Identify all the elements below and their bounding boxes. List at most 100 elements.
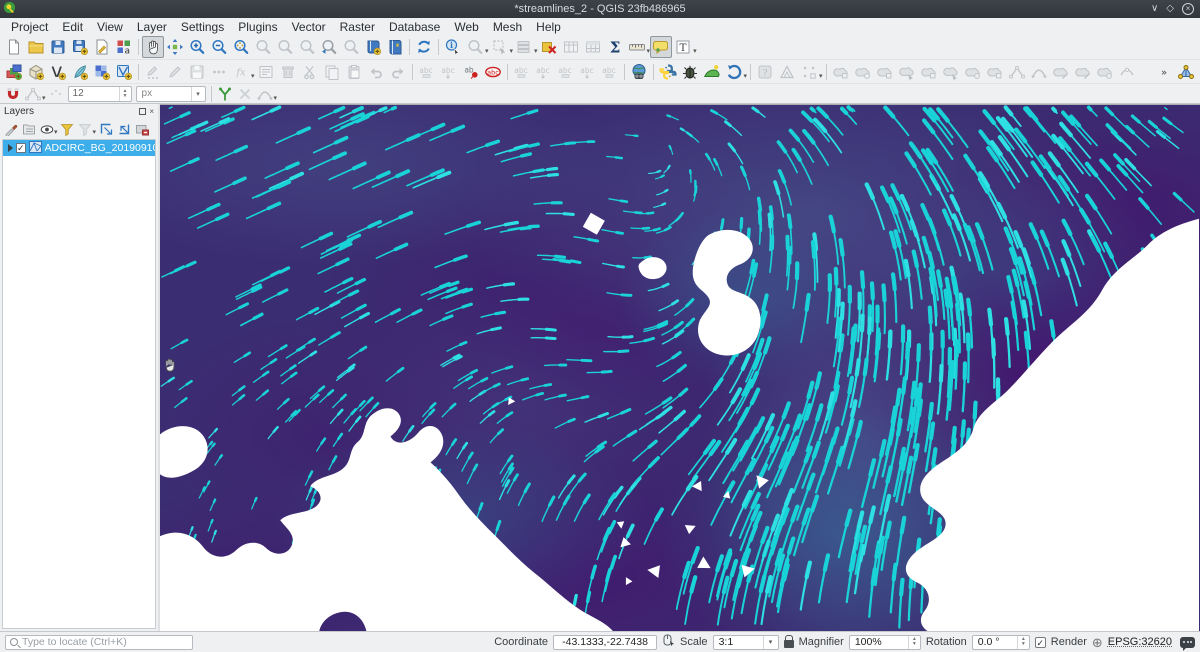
crs-globe-icon[interactable]: ⊕ — [1092, 636, 1103, 649]
locator-input[interactable] — [22, 636, 188, 648]
data-source-manager-icon[interactable] — [3, 61, 25, 83]
tracing-icon[interactable] — [215, 84, 235, 103]
snapping-unit-combo[interactable]: px▾ — [136, 86, 206, 102]
layer-name[interactable]: ADCIRC_BG_20190910_1t — [45, 142, 155, 154]
zoom-native-icon[interactable] — [296, 36, 318, 58]
save-project-as-icon[interactable] — [69, 36, 91, 58]
messages-icon[interactable] — [1180, 637, 1195, 648]
stepper-icon[interactable]: ▲▼ — [908, 636, 920, 649]
zoom-to-selection-icon[interactable] — [252, 36, 274, 58]
text-annotation-icon[interactable]: T — [672, 36, 694, 58]
new-bookmark-icon[interactable] — [384, 36, 406, 58]
magnifier-spin[interactable]: 100% ▲▼ — [849, 635, 921, 650]
undo-icon[interactable] — [365, 61, 387, 83]
clear-trace-icon[interactable] — [235, 84, 255, 103]
measure-icon[interactable] — [626, 36, 648, 58]
add-ring-icon[interactable] — [896, 61, 918, 83]
python-console-icon[interactable] — [657, 61, 679, 83]
layout-manager-icon[interactable] — [91, 36, 113, 58]
fill-ring-icon[interactable] — [940, 61, 962, 83]
split-features-icon[interactable] — [1050, 61, 1072, 83]
zoom-to-layer-icon[interactable] — [274, 36, 296, 58]
menu-raster[interactable]: Raster — [333, 19, 382, 35]
delete-ring-icon[interactable] — [962, 61, 984, 83]
crs-status[interactable]: EPSG:32620 — [1108, 636, 1172, 648]
new-project-icon[interactable] — [3, 36, 25, 58]
minimize-button[interactable]: ∨ — [1151, 4, 1158, 14]
map-canvas[interactable] — [160, 104, 1200, 631]
close-panel-icon[interactable]: × — [149, 108, 154, 116]
refresh-map-icon[interactable] — [413, 36, 435, 58]
menu-help[interactable]: Help — [529, 19, 568, 35]
label-pin-icon[interactable]: abc — [438, 61, 460, 83]
processing-history-icon[interactable] — [723, 61, 745, 83]
menu-vector[interactable]: Vector — [285, 19, 333, 35]
field-calculator-icon[interactable]: fx — [230, 61, 252, 83]
menu-settings[interactable]: Settings — [174, 19, 231, 35]
snapping-tolerance-spin[interactable]: 12▲▼ — [68, 86, 132, 102]
menu-edit[interactable]: Edit — [55, 19, 90, 35]
offset-curve-icon[interactable] — [1028, 61, 1050, 83]
plugin-bug-icon[interactable] — [679, 61, 701, 83]
maximize-button[interactable]: ◇ — [1166, 4, 1174, 14]
move-feature-icon[interactable] — [830, 61, 852, 83]
delete-selected-icon[interactable] — [277, 61, 299, 83]
menu-web[interactable]: Web — [447, 19, 485, 35]
zoom-next-icon[interactable] — [340, 36, 362, 58]
identify-features-icon[interactable]: i — [442, 36, 464, 58]
layer-item[interactable]: ✓ ADCIRC_BG_20190910_1t — [3, 140, 155, 156]
render-checkbox[interactable]: ✓ — [1035, 637, 1046, 648]
scale-lock-icon[interactable] — [784, 640, 794, 648]
menu-mesh[interactable]: Mesh — [486, 19, 529, 35]
float-panel-icon[interactable] — [139, 108, 146, 115]
label-show-hide-icon[interactable]: abc — [577, 61, 599, 83]
new-virtual-layer-icon[interactable] — [91, 61, 113, 83]
layer-checkbox[interactable]: ✓ — [16, 143, 26, 153]
pan-to-selection-icon[interactable] — [164, 36, 186, 58]
expand-all-icon[interactable] — [97, 120, 114, 137]
menu-plugins[interactable]: Plugins — [231, 19, 284, 35]
zoom-in-icon[interactable] — [186, 36, 208, 58]
filter-expression-icon[interactable] — [77, 120, 94, 137]
style-manager-icon[interactable]: a — [113, 36, 135, 58]
open-project-icon[interactable] — [25, 36, 47, 58]
bookmarks-icon[interactable] — [362, 36, 384, 58]
advanced-digitizing-icon[interactable] — [798, 61, 820, 83]
run-feature-action-icon[interactable] — [464, 36, 486, 58]
layer-diagram-icon[interactable]: abc — [482, 61, 504, 83]
delete-part-icon[interactable] — [984, 61, 1006, 83]
plugin-green-icon[interactable] — [701, 61, 723, 83]
label-highlight-icon[interactable]: abc — [511, 61, 533, 83]
menu-view[interactable]: View — [90, 19, 130, 35]
zoom-last-icon[interactable] — [318, 36, 340, 58]
extents-toggle-icon[interactable] — [662, 634, 675, 650]
open-attribute-table-icon[interactable] — [560, 36, 582, 58]
stepper-icon[interactable]: ▲▼ — [119, 87, 131, 101]
scale-combo[interactable]: 3:1 ▾ — [713, 635, 779, 650]
collapse-all-icon[interactable] — [115, 120, 132, 137]
deselect-features-icon[interactable] — [538, 36, 560, 58]
split-parts-icon[interactable] — [1072, 61, 1094, 83]
label-properties-icon[interactable]: abc — [599, 61, 621, 83]
rotate-feature-icon[interactable] — [852, 61, 874, 83]
measure-angle-icon[interactable] — [776, 61, 798, 83]
save-edits-icon[interactable] — [186, 61, 208, 83]
snapping-mode-icon[interactable] — [23, 84, 43, 103]
zoom-full-icon[interactable] — [230, 36, 252, 58]
select-features-icon[interactable] — [489, 36, 511, 58]
new-spatialite-icon[interactable] — [69, 61, 91, 83]
mesh-digitizing-icon[interactable] — [1175, 61, 1197, 83]
label-toolbar-icon[interactable]: abc — [416, 61, 438, 83]
select-by-value-icon[interactable] — [513, 36, 535, 58]
snapping-toggle-icon[interactable] — [3, 84, 23, 103]
add-record-icon[interactable] — [208, 61, 230, 83]
menu-database[interactable]: Database — [382, 19, 447, 35]
remove-layer-icon[interactable] — [133, 120, 150, 137]
redo-icon[interactable] — [387, 61, 409, 83]
help-contents-icon[interactable]: ? — [754, 61, 776, 83]
toolbar-overflow-icon[interactable]: » — [1153, 61, 1175, 83]
toggle-editing-icon[interactable] — [164, 61, 186, 83]
copy-features-icon[interactable] — [321, 61, 343, 83]
save-project-icon[interactable] — [47, 36, 69, 58]
paste-features-icon[interactable] — [343, 61, 365, 83]
